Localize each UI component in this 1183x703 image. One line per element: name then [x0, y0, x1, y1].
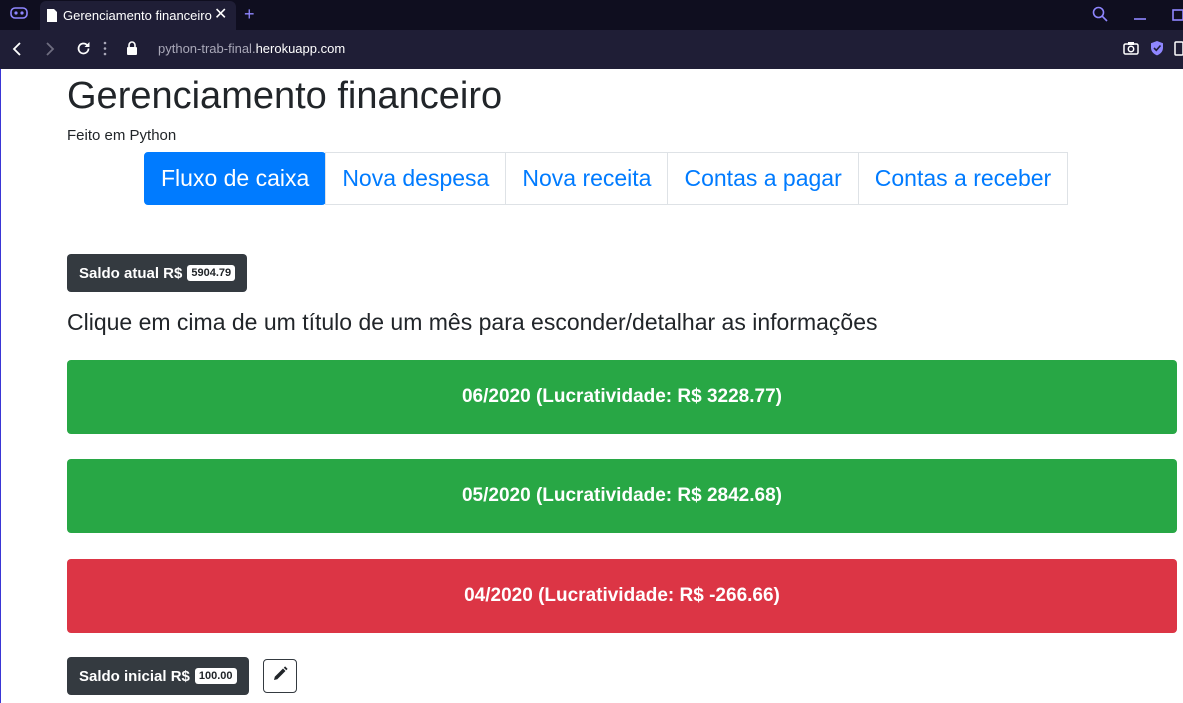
maximize-icon[interactable]	[1172, 6, 1183, 27]
extension-icon[interactable]	[1174, 41, 1183, 61]
saldo-atual-badge: 5904.79	[187, 265, 236, 281]
shield-icon[interactable]	[1150, 40, 1164, 61]
reload-icon[interactable]	[76, 41, 91, 61]
saldo-atual-box: Saldo atual R$ 5904.79	[67, 254, 248, 292]
url-text[interactable]: python-trab-final.herokuapp.com	[158, 41, 345, 56]
nav-contas-a-pagar[interactable]: Contas a pagar	[667, 152, 859, 205]
saldo-atual-label: Saldo atual R$	[79, 264, 183, 282]
saldo-inicial-box: Saldo inicial R$ 100.00	[67, 657, 249, 695]
saldo-inicial-label: Saldo inicial R$	[79, 667, 190, 685]
page-content: Gerenciamento financeiro Feito em Python…	[0, 69, 1183, 703]
month-header-06-2020[interactable]: 06/2020 (Lucratividade: R$ 3228.77)	[67, 360, 1177, 434]
address-bar: python-trab-final.herokuapp.com	[0, 30, 1183, 69]
browser-titlebar: Gerenciamento financeiro ✕ +	[0, 0, 1183, 30]
browser-tab[interactable]: Gerenciamento financeiro ✕	[40, 1, 236, 30]
nav-contas-a-receber[interactable]: Contas a receber	[857, 152, 1069, 205]
main-nav: Fluxo de caixa Nova despesa Nova receita…	[144, 152, 1069, 205]
minimize-icon[interactable]	[1133, 6, 1147, 27]
lock-icon	[126, 41, 138, 61]
nav-nova-receita[interactable]: Nova receita	[505, 152, 669, 205]
tab-title: Gerenciamento financeiro	[63, 8, 212, 23]
nav-fluxo-de-caixa[interactable]: Fluxo de caixa	[144, 152, 327, 205]
page-subtitle: Feito em Python	[67, 127, 177, 144]
month-header-04-2020[interactable]: 04/2020 (Lucratividade: R$ -266.66)	[67, 559, 1177, 633]
instruction-text: Clique em cima de um título de um mês pa…	[67, 309, 878, 335]
edit-saldo-inicial-button[interactable]	[263, 659, 297, 693]
nav-nova-despesa[interactable]: Nova despesa	[325, 152, 507, 205]
month-header-05-2020[interactable]: 05/2020 (Lucratividade: R$ 2842.68)	[67, 459, 1177, 533]
tab-manager-icon[interactable]	[10, 6, 28, 25]
pencil-icon	[272, 665, 288, 687]
page-title: Gerenciamento financeiro	[67, 75, 503, 117]
new-tab-icon[interactable]: +	[244, 4, 255, 25]
search-icon[interactable]	[1092, 6, 1108, 27]
saldo-inicial-badge: 100.00	[194, 668, 237, 684]
camera-icon[interactable]	[1123, 41, 1139, 60]
document-icon	[46, 8, 58, 23]
forward-icon[interactable]	[45, 42, 55, 61]
back-icon[interactable]	[12, 42, 22, 61]
tab-close-icon[interactable]: ✕	[214, 6, 227, 24]
menu-dots-icon[interactable]	[103, 41, 107, 61]
